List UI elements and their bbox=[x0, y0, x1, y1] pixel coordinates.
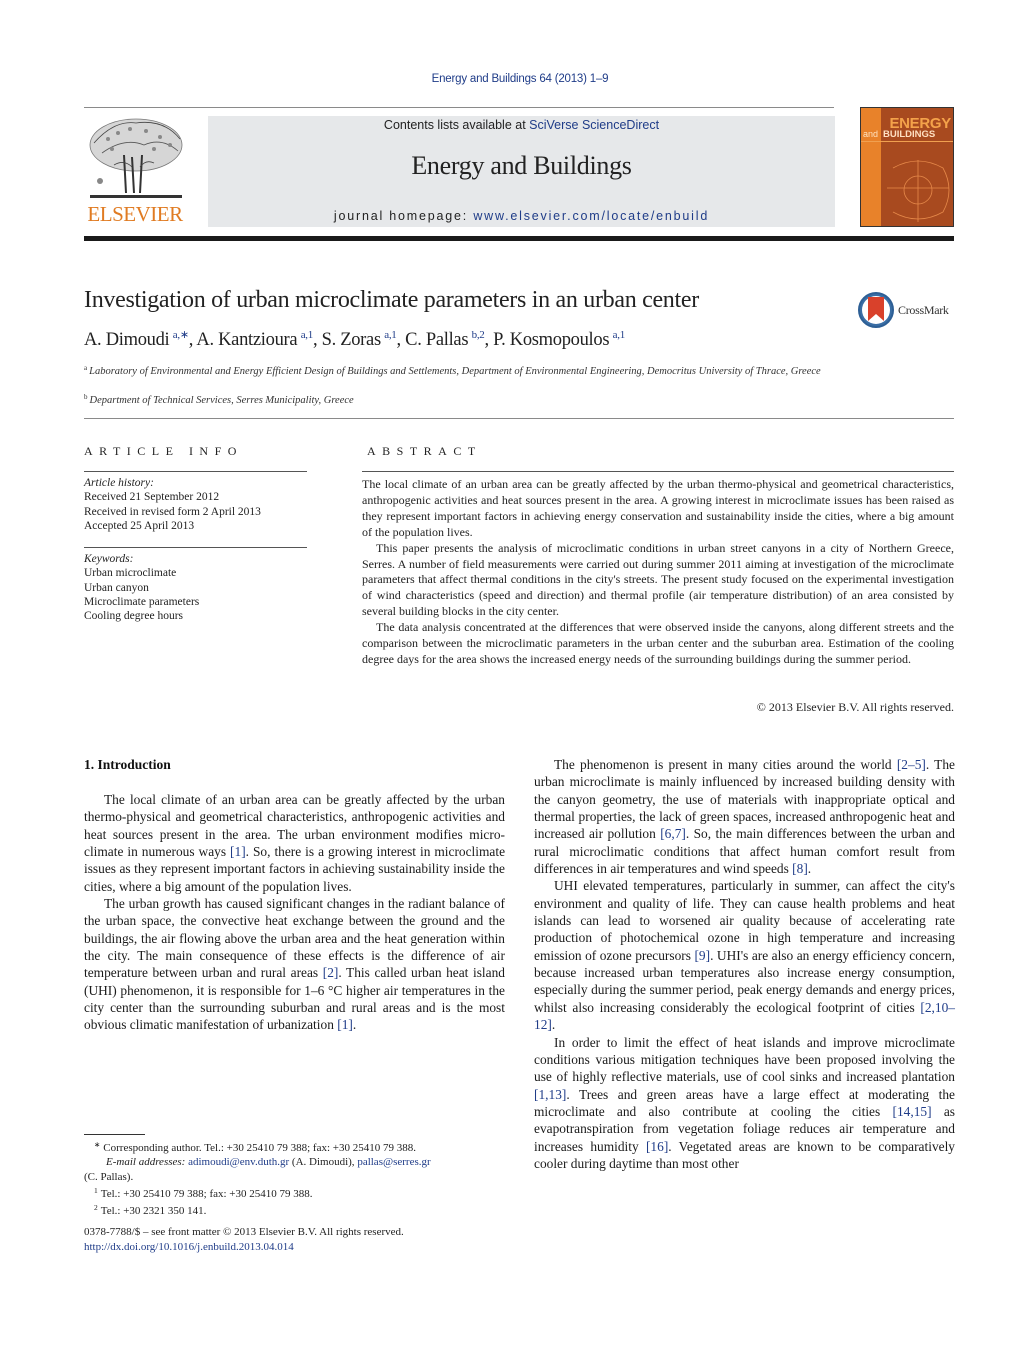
front-matter: 0378-7788/$ – see front matter © 2013 El… bbox=[84, 1225, 404, 1254]
section-heading-introduction: 1. Introduction bbox=[84, 757, 171, 772]
citation-link[interactable]: [14,15] bbox=[893, 1104, 932, 1119]
header-rule bbox=[84, 107, 834, 108]
journal-reference[interactable]: Energy and Buildings 64 (2013) 1–9 bbox=[0, 73, 1020, 85]
keyword: Microclimate parameters bbox=[84, 595, 200, 608]
doi-link[interactable]: http://dx.doi.org/10.1016/j.enbuild.2013… bbox=[84, 1241, 294, 1253]
crossmark-label: CrossMark bbox=[898, 303, 949, 317]
citation-link[interactable]: [8] bbox=[792, 861, 808, 876]
affiliation-a: a Laboratory of Environmental and Energy … bbox=[84, 364, 821, 377]
keyword: Urban microclimate bbox=[84, 567, 177, 580]
footnote-emails: E-mail addresses: adimoudi@env.duth.gr (… bbox=[106, 1156, 431, 1169]
citation-link[interactable]: [2] bbox=[323, 965, 339, 980]
footnote-2: 2 Tel.: +30 2321 350 141. bbox=[94, 1203, 207, 1218]
elsevier-tree-icon bbox=[89, 118, 183, 198]
abstract-rule bbox=[362, 471, 954, 472]
body-column-left: The local climate of an urban area can b… bbox=[84, 791, 505, 1034]
footnote-1: 1 Tel.: +30 25410 79 388; fax: +30 25410 … bbox=[94, 1185, 313, 1200]
article-title: Investigation of urban microclimate para… bbox=[84, 287, 699, 313]
citation-link[interactable]: [6,7] bbox=[660, 826, 686, 841]
body-paragraph: The local climate of an urban area can b… bbox=[84, 792, 506, 894]
contents-availability: Contents lists available at SciVerse Sci… bbox=[383, 118, 660, 132]
keyword: Urban canyon bbox=[84, 581, 149, 594]
elsevier-logo[interactable]: ELSEVIER bbox=[84, 115, 186, 227]
journal-homepage-link[interactable]: www.elsevier.com/locate/enbuild bbox=[473, 209, 709, 223]
author[interactable]: A. Kantzioura a,1 bbox=[196, 329, 314, 350]
email-link-dimoudi[interactable]: adimoudi@env.duth.gr bbox=[188, 1156, 289, 1168]
footnote-email-owner: (C. Pallas). bbox=[84, 1170, 134, 1183]
citation-link[interactable]: [2–5] bbox=[897, 757, 926, 772]
citation-link[interactable]: [16] bbox=[646, 1139, 668, 1154]
citation-link[interactable]: [9] bbox=[694, 948, 710, 963]
footnotes: ∗ Corresponding author. Tel.: +30 25410 7… bbox=[84, 1138, 514, 1218]
abstract-body: The local climate of an urban area can b… bbox=[362, 477, 954, 668]
body-paragraph: UHI elevated temperatures, particularly … bbox=[534, 878, 955, 1033]
article-info-heading: ARTICLE INFO bbox=[84, 444, 243, 458]
citation-link[interactable]: [1] bbox=[337, 1017, 353, 1032]
email-link-pallas[interactable]: pallas@serres.gr bbox=[357, 1156, 430, 1168]
abstract-heading: ABSTRACT bbox=[367, 444, 482, 458]
footnote-corresponding: ∗ Corresponding author. Tel.: +30 25410 7… bbox=[94, 1140, 416, 1154]
footnote-rule bbox=[84, 1134, 145, 1135]
crossmark-icon bbox=[858, 292, 894, 328]
keyword: Cooling degree hours bbox=[84, 610, 184, 623]
cover-stripe bbox=[861, 108, 881, 226]
body-column-right: The phenomenon is present in many cities… bbox=[534, 756, 955, 1172]
journal-reference-link[interactable]: Energy and Buildings 64 (2013) 1–9 bbox=[432, 73, 609, 85]
section-rule bbox=[84, 418, 954, 419]
abstract-paragraph: The data analysis concentrated at the di… bbox=[362, 620, 954, 666]
affiliation-b: b Department of Technical Services, Serre… bbox=[84, 393, 354, 406]
history-item: Received 21 September 2012 bbox=[84, 491, 220, 504]
author[interactable]: C. Pallas b,2 bbox=[405, 329, 485, 350]
author-list: A. Dimoudi a,∗, A. Kantzioura a,1, S. Zo… bbox=[84, 329, 626, 350]
elsevier-wordmark: ELSEVIER bbox=[87, 202, 183, 226]
abstract-paragraph: The local climate of an urban area can b… bbox=[362, 477, 954, 539]
author-affiliation-mark[interactable]: a,1 bbox=[301, 329, 314, 341]
cover-divider bbox=[861, 141, 953, 142]
author-affiliation-mark[interactable]: a,1 bbox=[384, 329, 397, 341]
journal-title: Energy and Buildings bbox=[411, 151, 632, 180]
history-item: Received in revised form 2 April 2013 bbox=[84, 505, 261, 518]
keywords-rule bbox=[84, 547, 307, 548]
cover-title-and: and bbox=[863, 129, 879, 139]
author[interactable]: P. Kosmopoulos a,1 bbox=[493, 329, 626, 350]
keywords: Keywords: Urban microclimate Urban canyo… bbox=[84, 552, 199, 623]
author-affiliation-mark[interactable]: a,1 bbox=[613, 329, 626, 341]
citation-link[interactable]: [1,13] bbox=[534, 1087, 566, 1102]
article-info-rule bbox=[84, 471, 307, 472]
abstract-copyright: © 2013 Elsevier B.V. All rights reserved… bbox=[756, 700, 954, 714]
history-item: Accepted 25 April 2013 bbox=[84, 519, 195, 532]
journal-cover-thumbnail[interactable]: ENERGY and BUILDINGS bbox=[860, 107, 954, 227]
citation-link[interactable]: [1] bbox=[230, 844, 246, 859]
journal-banner: Contents lists available at SciVerse Sci… bbox=[208, 116, 835, 227]
body-paragraph: In order to limit the effect of heat isl… bbox=[534, 1034, 955, 1171]
sciencedirect-link[interactable]: SciVerse ScienceDirect bbox=[529, 118, 659, 132]
abstract-paragraph: This paper presents the analysis of micr… bbox=[362, 540, 954, 619]
keywords-label: Keywords: bbox=[84, 553, 134, 565]
front-matter-notice: 0378-7788/$ – see front matter © 2013 El… bbox=[84, 1226, 404, 1238]
article-history-label: Article history: bbox=[84, 477, 154, 489]
citation-link[interactable]: [2,10–12] bbox=[534, 1000, 955, 1032]
author-affiliation-mark[interactable]: a,∗ bbox=[173, 329, 189, 341]
crossmark-badge[interactable]: CrossMark bbox=[858, 292, 958, 328]
cover-title-buildings: BUILDINGS bbox=[883, 129, 936, 140]
article-history: Article history: Received 21 September 2… bbox=[84, 476, 261, 533]
body-paragraph: The phenomenon is present in many cities… bbox=[534, 757, 955, 877]
journal-homepage: journal homepage: www.elsevier.com/locat… bbox=[333, 209, 710, 223]
author[interactable]: A. Dimoudi a,∗ bbox=[84, 329, 189, 350]
cover-diagram-icon bbox=[887, 160, 950, 222]
body-paragraph: The urban growth has caused significant … bbox=[84, 896, 505, 1033]
author-affiliation-mark[interactable]: b,2 bbox=[472, 329, 485, 341]
header-thick-rule bbox=[84, 236, 954, 241]
author[interactable]: S. Zoras a,1 bbox=[322, 329, 397, 350]
